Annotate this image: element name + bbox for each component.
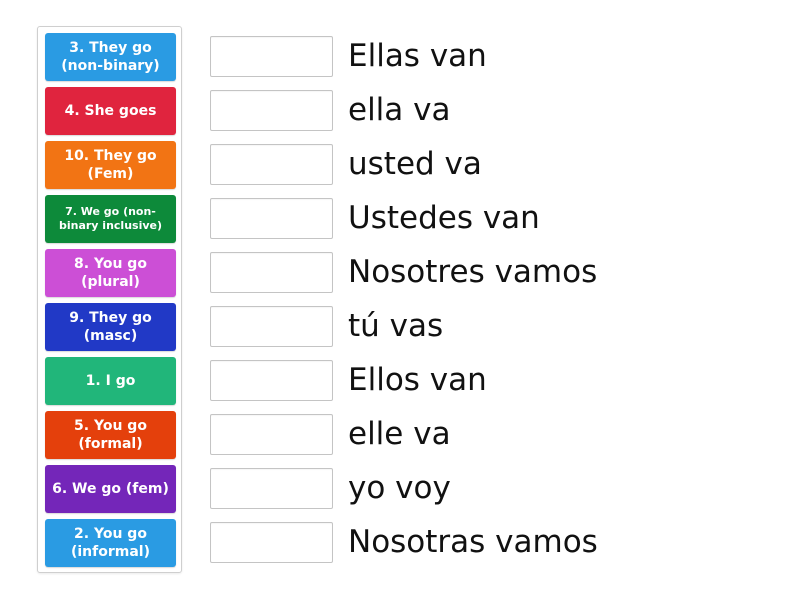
draggable-tile[interactable]: 8. You go (plural) <box>45 249 176 297</box>
match-row: Ellos van <box>210 360 770 402</box>
answer-text: Ustedes van <box>348 200 540 236</box>
drop-box[interactable] <box>210 360 333 401</box>
answer-text: Ellas van <box>348 38 487 74</box>
draggable-tile[interactable]: 4. She goes <box>45 87 176 135</box>
answer-text: Nosotras vamos <box>348 524 598 560</box>
match-row: yo voy <box>210 468 770 510</box>
drop-box[interactable] <box>210 414 333 455</box>
match-row: usted va <box>210 144 770 186</box>
drop-box[interactable] <box>210 90 333 131</box>
drop-box[interactable] <box>210 522 333 563</box>
tile-panel: 3. They go (non-binary) 4. She goes 10. … <box>37 26 182 573</box>
draggable-tile[interactable]: 2. You go (informal) <box>45 519 176 567</box>
answer-text: usted va <box>348 146 482 182</box>
match-row: tú vas <box>210 306 770 348</box>
draggable-tile[interactable]: 3. They go (non-binary) <box>45 33 176 81</box>
answer-text: elle va <box>348 416 451 452</box>
match-row: Ustedes van <box>210 198 770 240</box>
draggable-tile[interactable]: 7. We go (non-binary inclusive) <box>45 195 176 243</box>
draggable-tile[interactable]: 5. You go (formal) <box>45 411 176 459</box>
match-row: elle va <box>210 414 770 456</box>
answer-text: tú vas <box>348 308 444 344</box>
match-row: ella va <box>210 90 770 132</box>
match-row: Nosotres vamos <box>210 252 770 294</box>
draggable-tile[interactable]: 1. I go <box>45 357 176 405</box>
draggable-tile[interactable]: 6. We go (fem) <box>45 465 176 513</box>
drop-box[interactable] <box>210 144 333 185</box>
answer-text: Ellos van <box>348 362 487 398</box>
drop-box[interactable] <box>210 36 333 77</box>
answer-text: yo voy <box>348 470 451 506</box>
answer-text: ella va <box>348 92 451 128</box>
draggable-tile[interactable]: 9. They go (masc) <box>45 303 176 351</box>
match-row: Nosotras vamos <box>210 522 770 564</box>
drop-box[interactable] <box>210 198 333 239</box>
match-row: Ellas van <box>210 36 770 78</box>
drop-box[interactable] <box>210 306 333 347</box>
draggable-tile[interactable]: 10. They go (Fem) <box>45 141 176 189</box>
drop-box[interactable] <box>210 252 333 293</box>
drop-box[interactable] <box>210 468 333 509</box>
answer-text: Nosotres vamos <box>348 254 598 290</box>
